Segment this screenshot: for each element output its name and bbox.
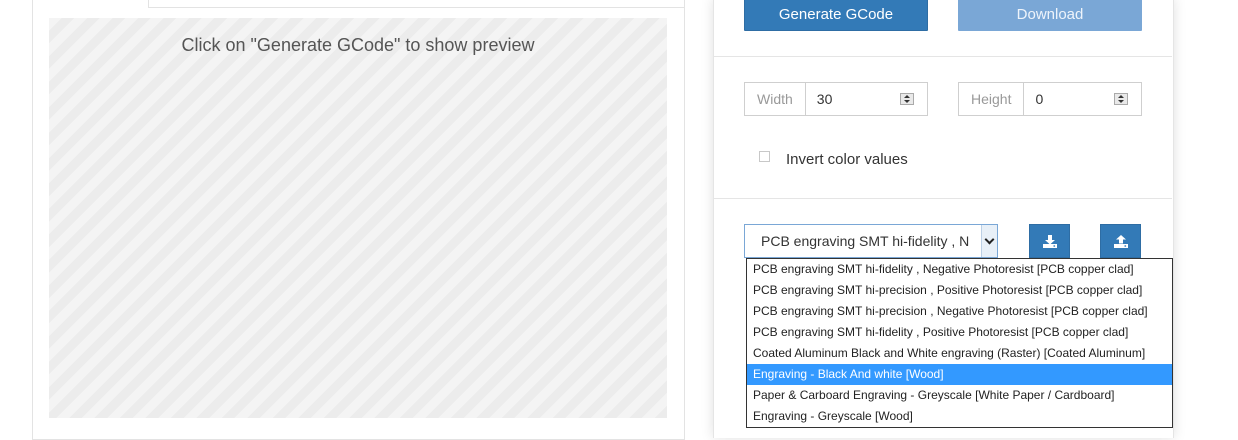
invert-colors-label: Invert color values bbox=[786, 151, 908, 168]
height-input[interactable]: 0 bbox=[1024, 83, 1114, 115]
preset-option[interactable]: PCB engraving SMT hi-precision , Negativ… bbox=[747, 301, 1172, 322]
height-input-group: Height 0 bbox=[958, 82, 1142, 116]
width-label: Width bbox=[745, 83, 806, 115]
upload-preset-button[interactable] bbox=[1100, 224, 1141, 258]
section-divider bbox=[714, 198, 1172, 199]
generate-gcode-button[interactable]: Generate GCode bbox=[744, 0, 928, 31]
width-input-group: Width 30 bbox=[744, 82, 928, 116]
preset-option[interactable]: Engraving - Greyscale [Wood] bbox=[747, 406, 1172, 427]
preset-option[interactable]: PCB engraving SMT hi-precision , Positiv… bbox=[747, 280, 1172, 301]
upload-icon bbox=[1114, 235, 1128, 248]
preset-option[interactable]: PCB engraving SMT hi-fidelity , Negative… bbox=[747, 259, 1172, 280]
width-stepper-icon[interactable] bbox=[900, 93, 914, 105]
preview-placeholder-text: Click on "Generate GCode" to show previe… bbox=[181, 35, 535, 55]
width-input[interactable]: 30 bbox=[806, 83, 900, 115]
preset-option-highlighted[interactable]: Engraving - Black And white [Wood] bbox=[747, 364, 1172, 385]
preset-select[interactable]: PCB engraving SMT hi-fidelity , N bbox=[744, 224, 998, 258]
chevron-down-icon[interactable] bbox=[981, 225, 997, 257]
download-button[interactable]: Download bbox=[958, 0, 1142, 31]
invert-colors-checkbox[interactable] bbox=[759, 151, 770, 162]
height-stepper-icon[interactable] bbox=[1114, 93, 1128, 105]
preset-dropdown-list: PCB engraving SMT hi-fidelity , Negative… bbox=[746, 258, 1173, 428]
preset-option[interactable]: Coated Aluminum Black and White engravin… bbox=[747, 343, 1172, 364]
height-label: Height bbox=[959, 83, 1025, 115]
preview-canvas: Click on "Generate GCode" to show previe… bbox=[49, 18, 667, 418]
download-icon bbox=[1043, 235, 1057, 248]
preset-selected-value: PCB engraving SMT hi-fidelity , N bbox=[761, 233, 969, 249]
section-divider bbox=[714, 56, 1172, 57]
preset-option[interactable]: Paper & Carboard Engraving - Greyscale [… bbox=[747, 385, 1172, 406]
download-preset-button[interactable] bbox=[1029, 224, 1070, 258]
preset-option[interactable]: PCB engraving SMT hi-fidelity , Positive… bbox=[747, 322, 1172, 343]
tab-strip bbox=[148, 0, 684, 8]
